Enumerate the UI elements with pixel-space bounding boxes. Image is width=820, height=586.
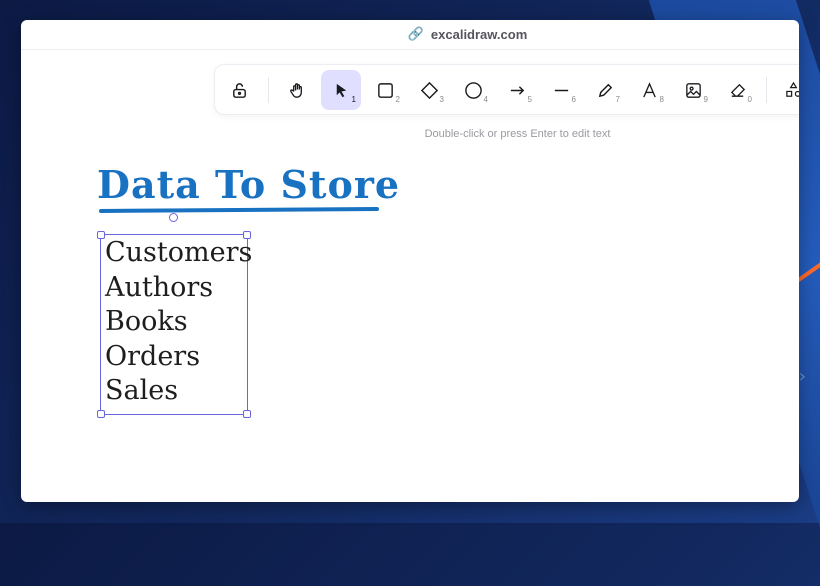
shortcut-number: 7 xyxy=(615,95,620,104)
shortcut-number: 0 xyxy=(747,95,752,104)
shortcut-number: 4 xyxy=(483,95,488,104)
edit-hint: Double-click or press Enter to edit text xyxy=(424,128,611,140)
draw-tool[interactable]: 7 xyxy=(585,70,625,110)
line-tool[interactable]: 6 xyxy=(541,70,581,110)
text-tool[interactable]: 8 xyxy=(629,70,669,110)
shapes-icon xyxy=(785,81,799,97)
canvas-title-text[interactable]: Data To Store xyxy=(97,162,400,207)
text-icon xyxy=(642,81,656,97)
diamond-icon xyxy=(420,81,438,99)
resize-handle-se[interactable] xyxy=(243,410,251,418)
link-icon: 🔗 xyxy=(407,27,424,42)
image-tool[interactable]: 9 xyxy=(673,70,713,110)
list-item: Sales xyxy=(105,375,179,406)
arrow-right-icon xyxy=(510,85,524,95)
list-item: Authors xyxy=(105,271,214,303)
cursor-icon xyxy=(336,83,346,97)
shortcut-number: 2 xyxy=(395,95,400,104)
shortcut-number: 5 xyxy=(527,95,532,104)
browser-window: 🔗 excalidraw.com 1 2 3 4 5 6 7 8 9 0 Dou… xyxy=(21,20,799,502)
diamond-tool[interactable]: 3 xyxy=(409,70,449,110)
more-tools[interactable] xyxy=(773,70,799,110)
line-icon xyxy=(554,89,568,91)
shortcut-number: 9 xyxy=(703,95,708,104)
list-item: Orders xyxy=(105,340,201,372)
hand-tool[interactable] xyxy=(277,70,317,110)
resize-handle-sw[interactable] xyxy=(97,410,105,418)
resize-handle-nw[interactable] xyxy=(97,231,105,239)
shortcut-number: 6 xyxy=(571,95,576,104)
rotation-handle[interactable] xyxy=(169,213,178,222)
toolbar-divider xyxy=(268,77,269,103)
lock-icon xyxy=(232,82,246,98)
hand-icon xyxy=(289,82,302,98)
canvas-text-list[interactable]: Customers Authors Books Orders Sales xyxy=(105,236,252,409)
toolbar-divider xyxy=(766,77,767,103)
rectangle-tool[interactable]: 2 xyxy=(365,70,405,110)
eraser-tool[interactable]: 0 xyxy=(717,70,757,110)
circle-icon xyxy=(464,81,482,99)
shortcut-number: 3 xyxy=(439,95,444,104)
address-bar[interactable]: 🔗 excalidraw.com xyxy=(21,20,799,50)
pencil-icon xyxy=(598,83,612,97)
lock-tool[interactable] xyxy=(219,70,259,110)
selection-tool[interactable]: 1 xyxy=(321,70,361,110)
eraser-icon xyxy=(730,83,745,97)
rectangle-icon xyxy=(377,82,393,98)
url-text: excalidraw.com xyxy=(430,27,528,42)
list-item: Customers xyxy=(105,237,253,268)
image-icon xyxy=(685,82,701,98)
chevron-right-icon: › xyxy=(798,366,806,387)
shortcut-number: 1 xyxy=(351,95,356,104)
ellipse-tool[interactable]: 4 xyxy=(453,70,493,110)
toolbar: 1 2 3 4 5 6 7 8 9 0 xyxy=(215,65,799,114)
arrow-tool[interactable]: 5 xyxy=(497,70,537,110)
title-underline[interactable] xyxy=(98,207,380,213)
list-item: Books xyxy=(105,306,188,337)
shortcut-number: 8 xyxy=(659,95,664,104)
